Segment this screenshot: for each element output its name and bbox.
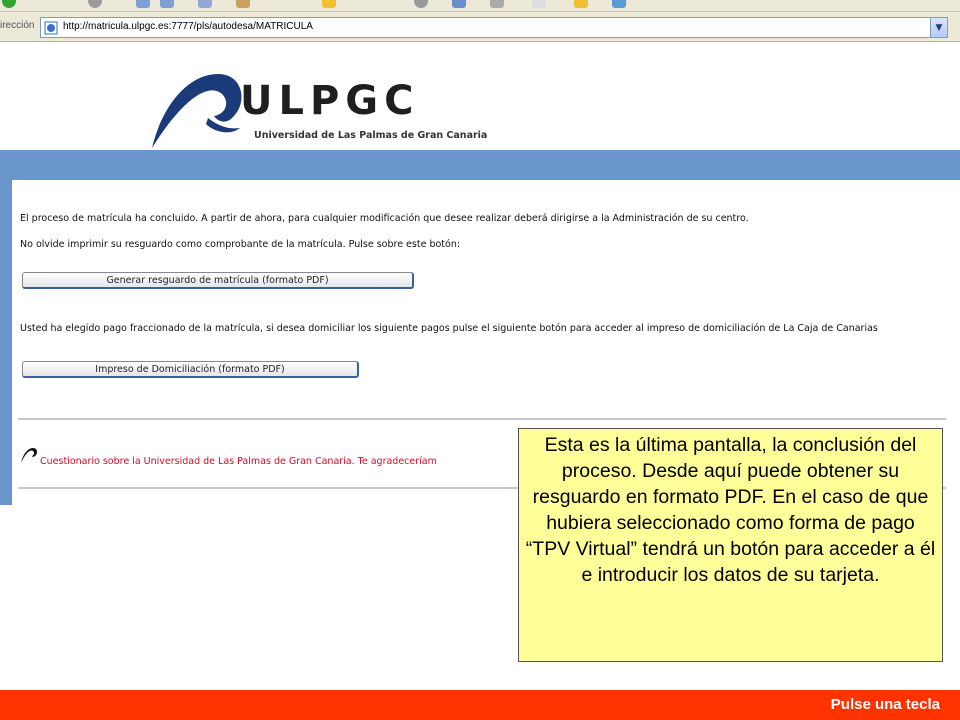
ulpgc-swoosh-icon [21,448,38,463]
chevron-down-icon[interactable]: ▼ [930,18,947,37]
direct-debit-button[interactable]: Impreso de Domiciliación (formato PDF) [22,361,359,378]
logo-subtitle: Universidad de Las Palmas de Gran Canari… [254,130,488,141]
media-icon[interactable] [414,0,428,8]
print-reminder: No olvide imprimir su resguardo como com… [20,239,461,250]
logo-swoosh-icon [152,74,242,148]
edit-icon[interactable] [574,0,588,8]
mail-icon[interactable] [490,0,504,8]
forward-icon[interactable] [88,0,102,8]
divider [18,418,946,420]
print-icon[interactable] [532,0,546,8]
ulpgc-logo: ULPGC Universidad de Las Palmas de Gran … [148,66,508,152]
logo-wordmark: ULPGC [240,78,420,124]
completion-message: El proceso de matrícula ha concluido. A … [20,213,749,224]
favorites-icon[interactable] [322,0,336,8]
address-bar: irección http://matricula.ulpgc.es:7777/… [0,12,960,42]
left-border [0,180,12,505]
search-icon[interactable] [236,0,250,8]
tutorial-callout: Esta es la última pantalla, la conclusió… [518,428,943,662]
stop-icon[interactable] [136,0,150,8]
home-icon[interactable] [198,0,212,8]
back-icon[interactable] [2,0,16,8]
address-input[interactable]: http://matricula.ulpgc.es:7777/pls/autod… [40,17,948,38]
browser-toolbar [0,0,960,12]
page-icon [44,21,58,35]
installment-message: Usted ha elegido pago fraccionado de la … [20,323,878,334]
survey-link[interactable]: Cuestionario sobre la Universidad de Las… [40,456,520,467]
continue-prompt[interactable]: Pulse una tecla [831,696,940,713]
footer-bar: Pulse una tecla [0,690,960,720]
generate-receipt-button[interactable]: Generar resguardo de matrícula (formato … [22,272,414,289]
header-band [0,150,960,180]
address-url: http://matricula.ulpgc.es:7777/pls/autod… [63,21,313,32]
history-icon[interactable] [452,0,466,8]
refresh-icon[interactable] [160,0,174,8]
messenger-icon[interactable] [612,0,626,8]
address-label: irección [0,20,35,31]
